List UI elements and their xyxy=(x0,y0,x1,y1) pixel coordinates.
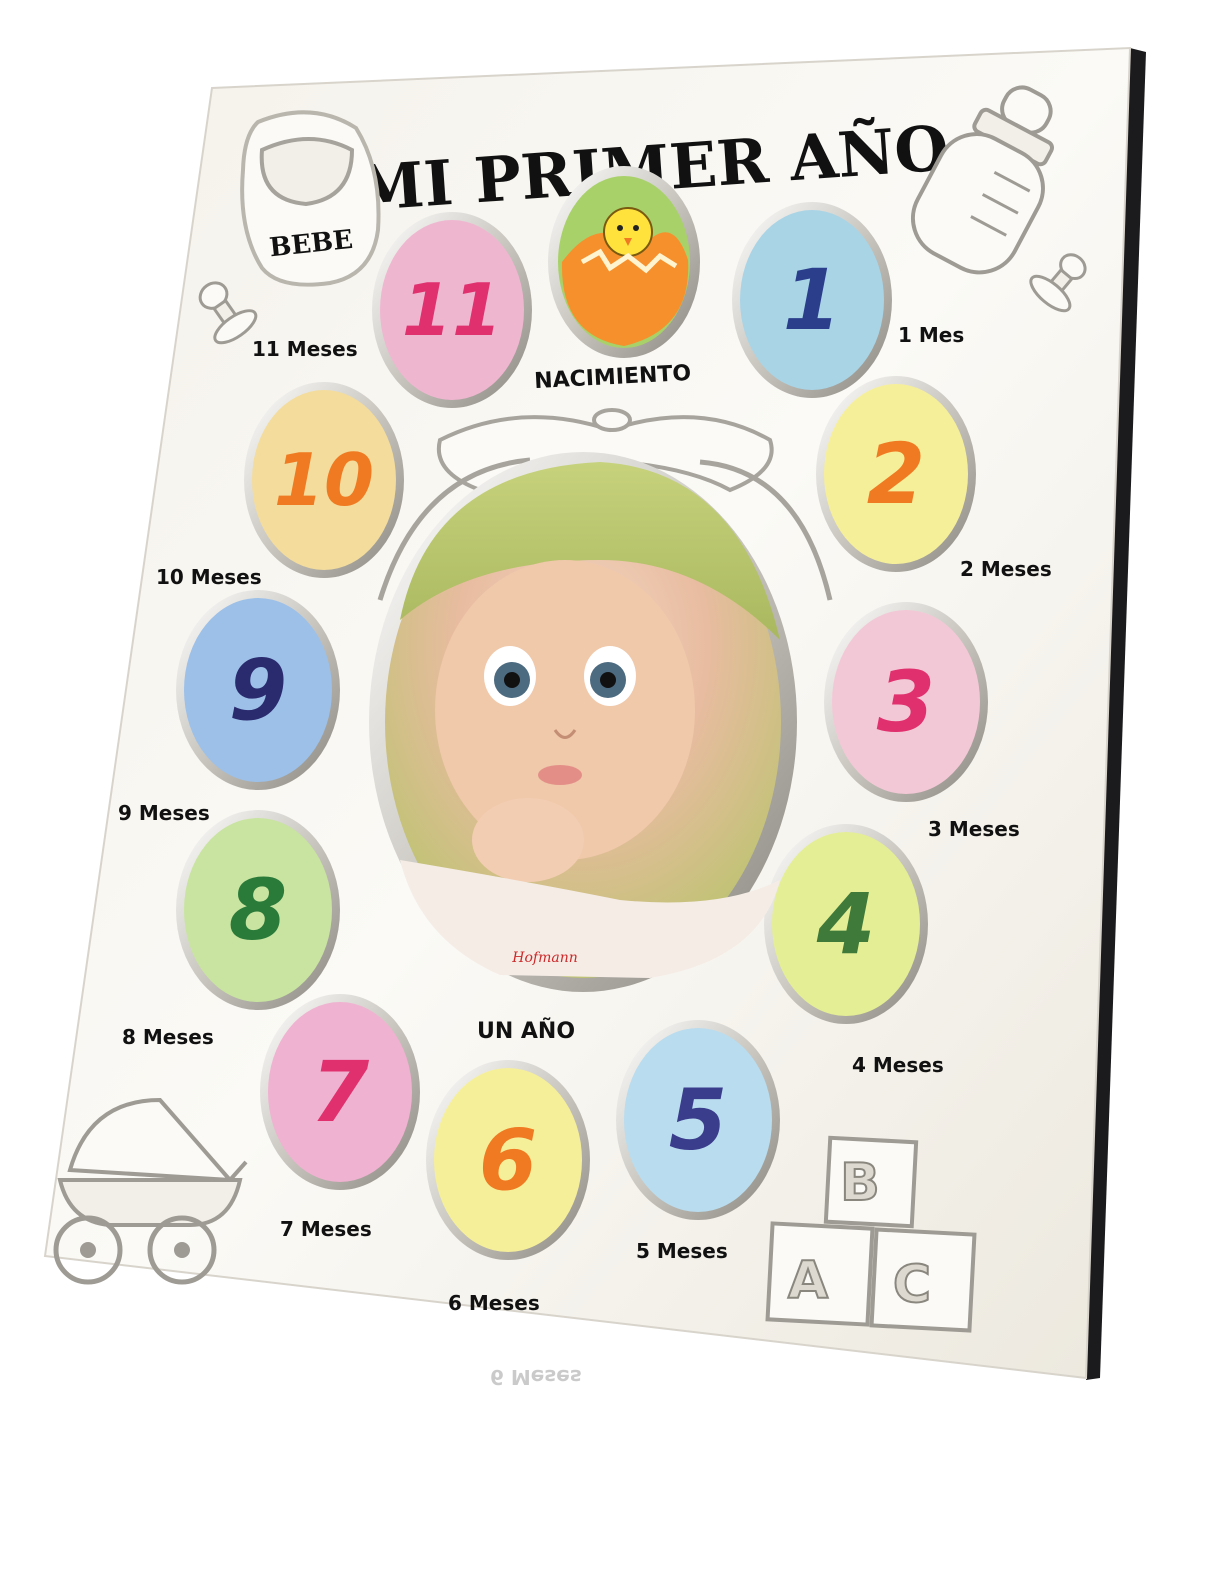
block-letter-c: C xyxy=(893,1255,931,1315)
month-caption: 9 Meses xyxy=(118,801,210,825)
month-caption: 2 Meses xyxy=(960,557,1052,581)
month-caption: 5 Meses xyxy=(636,1239,728,1263)
block-letter-a: A xyxy=(788,1251,828,1311)
bib-icon: BEBE xyxy=(240,110,381,287)
brand-mark: Hofmann xyxy=(511,950,577,966)
month-number: 8 xyxy=(229,861,287,959)
month-caption: 1 Mes xyxy=(898,323,964,347)
month-caption: 8 Meses xyxy=(122,1025,214,1049)
month-number: 11 xyxy=(402,268,502,352)
month-number: 2 xyxy=(867,425,925,523)
month-caption: 3 Meses xyxy=(928,817,1020,841)
main-baby-photo: Hofmann xyxy=(369,452,797,992)
month-number: 9 xyxy=(229,641,287,739)
one-year-label: UN AÑO xyxy=(477,1018,575,1044)
month-caption: 11 Meses xyxy=(252,337,358,361)
birth-photo xyxy=(548,166,700,358)
month-caption: 6 Meses xyxy=(448,1291,540,1315)
month-caption: 10 Meses xyxy=(156,565,262,589)
month-number: 10 xyxy=(274,438,374,522)
month-number: 3 xyxy=(877,653,935,751)
month-number: 1 xyxy=(783,251,841,349)
reflection: 6 Meses xyxy=(490,1365,582,1389)
month-caption: 4 Meses xyxy=(852,1053,944,1077)
month-number: 5 xyxy=(669,1071,727,1169)
block-letter-b: B xyxy=(840,1153,880,1213)
month-number: 6 xyxy=(479,1111,537,1209)
photo-frame-scene: 6 Meses MI PRIMER AÑO BEBE 1 1 Mes22 Mes… xyxy=(43,46,1146,1389)
svg-text:6 Meses: 6 Meses xyxy=(490,1365,582,1389)
month-number: 4 xyxy=(816,875,875,973)
month-caption: 7 Meses xyxy=(280,1217,372,1241)
month-number: 7 xyxy=(311,1043,370,1141)
